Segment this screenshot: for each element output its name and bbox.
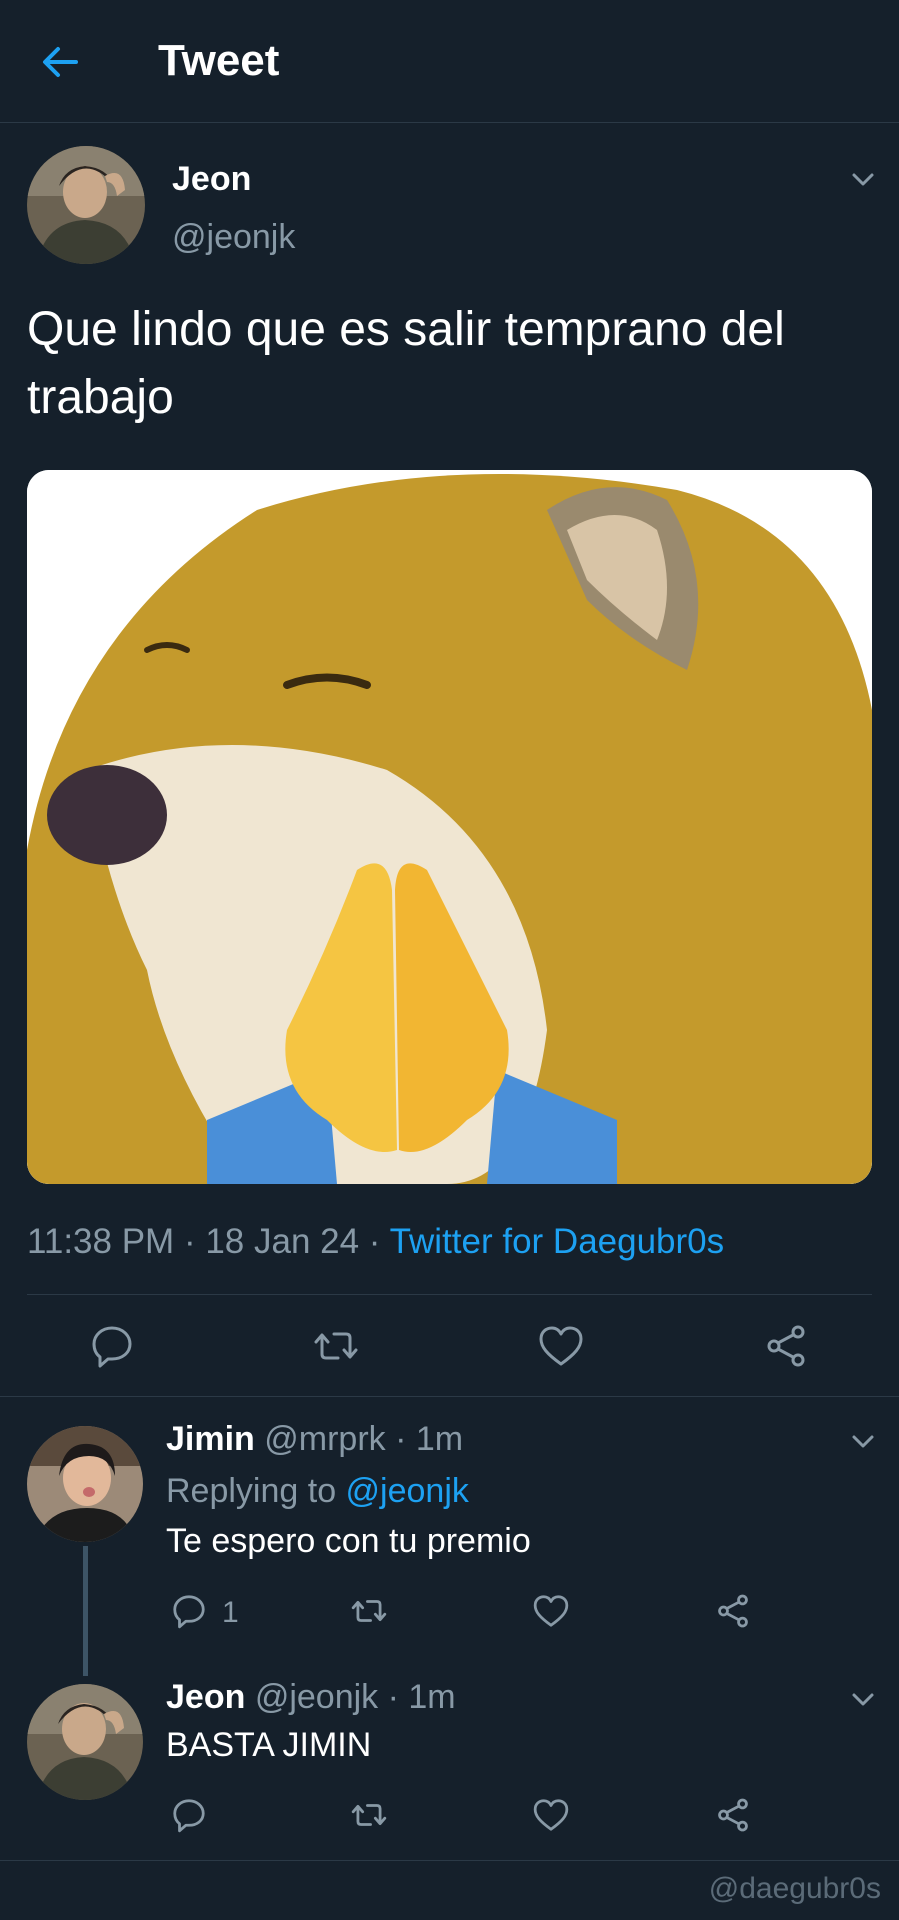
like-icon[interactable] (532, 1592, 570, 1630)
reply-avatar[interactable] (27, 1684, 143, 1800)
divider (0, 1396, 899, 1397)
replying-to-link[interactable]: @jeonjk (346, 1472, 469, 1510)
reply-text: Te espero con tu premio (166, 1522, 531, 1560)
replying-label: Replying to (166, 1472, 346, 1510)
author-name[interactable]: Jeon (172, 160, 251, 199)
reply-author-handle[interactable]: @mrprk (264, 1420, 385, 1458)
author-avatar[interactable] (27, 146, 145, 264)
reply-author-name[interactable]: Jimin (166, 1420, 255, 1458)
divider (0, 1860, 899, 1861)
reply-author-handle[interactable]: @jeonjk (255, 1678, 378, 1716)
reply-icon[interactable] (170, 1592, 208, 1630)
reply-author-name[interactable]: Jeon (166, 1678, 245, 1716)
time-separator: · (385, 1420, 416, 1458)
reply-time: 1m (415, 1420, 464, 1458)
reply-avatar[interactable] (27, 1426, 143, 1542)
praying-dog-image (27, 470, 872, 1184)
share-icon[interactable] (714, 1796, 752, 1834)
tweet-media-image[interactable] (27, 470, 872, 1184)
reply-icon[interactable] (170, 1796, 208, 1834)
share-icon[interactable] (762, 1322, 810, 1370)
retweet-icon[interactable] (350, 1592, 388, 1630)
meta-separator: · (174, 1222, 206, 1261)
retweet-icon[interactable] (312, 1322, 360, 1370)
reply-header: Jimin @mrprk · 1m (166, 1420, 463, 1459)
divider (27, 1294, 872, 1295)
author-handle[interactable]: @jeonjk (172, 218, 295, 257)
replying-to: Replying to @jeonjk (166, 1472, 469, 1511)
tweet-text: Que lindo que es salir temprano del trab… (27, 303, 785, 424)
chevron-down-icon[interactable] (848, 1426, 878, 1456)
page-title: Tweet (158, 36, 280, 85)
chevron-down-icon[interactable] (848, 1684, 878, 1714)
reply-header: Jeon @jeonjk · 1m (166, 1678, 456, 1717)
watermark: @daegubr0s (708, 1872, 881, 1905)
meta-separator: · (359, 1222, 390, 1261)
tweet-time: 11:38 PM (27, 1222, 175, 1261)
back-arrow-icon[interactable] (36, 38, 84, 86)
like-icon[interactable] (537, 1322, 585, 1370)
top-bar: Tweet (0, 0, 899, 123)
tweet-meta: 11:38 PM · 18 Jan 24 · Twitter for Daegu… (27, 1222, 724, 1262)
thread-line (83, 1546, 88, 1676)
retweet-icon[interactable] (350, 1796, 388, 1834)
reply-time: 1m (408, 1678, 456, 1716)
reply-text: BASTA JIMIN (166, 1726, 372, 1764)
share-icon[interactable] (714, 1592, 752, 1630)
reply-count: 1 (222, 1596, 239, 1629)
time-separator: · (378, 1678, 409, 1716)
like-icon[interactable] (532, 1796, 570, 1834)
tweet-date: 18 Jan 24 (205, 1222, 360, 1261)
chevron-down-icon[interactable] (848, 164, 878, 194)
tweet-source-link[interactable]: Twitter for Daegubr0s (390, 1222, 725, 1261)
reply-icon[interactable] (88, 1322, 136, 1370)
